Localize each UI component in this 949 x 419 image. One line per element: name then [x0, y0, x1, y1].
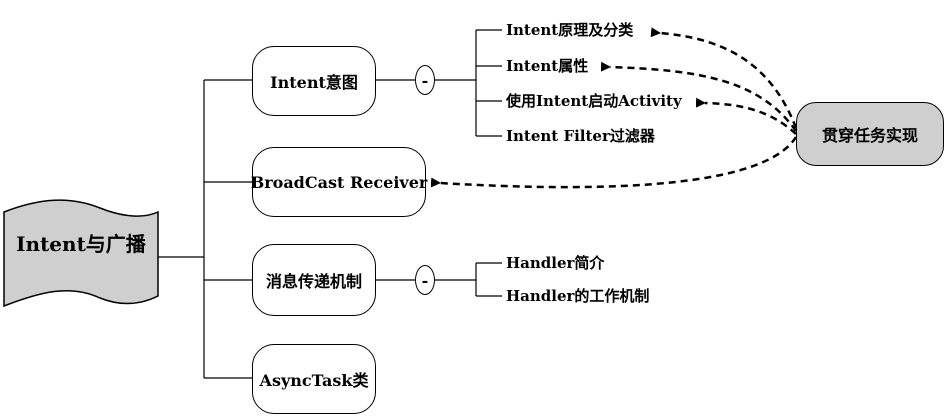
- arrow-to-start-activity: [695, 97, 797, 135]
- collapse-toggle-intent[interactable]: -: [415, 65, 435, 95]
- task-arrows: [430, 27, 798, 189]
- branch-intent-label: Intent意图: [270, 73, 358, 92]
- leaf-intent-filter: Intent Filter过滤器: [506, 127, 655, 145]
- mindmap-canvas: Intent与广播 Intent意图 BroadCast Receiver 消息…: [0, 0, 949, 419]
- branch-intent[interactable]: Intent意图: [252, 46, 376, 116]
- root-node-label: Intent与广播: [16, 232, 146, 256]
- branch-asynctask-label: AsyncTask类: [259, 371, 369, 390]
- branch-broadcast-label: BroadCast Receiver: [250, 172, 428, 192]
- arrow-to-intent-principle: [650, 27, 798, 129]
- branch-asynctask[interactable]: AsyncTask类: [252, 344, 376, 414]
- collapse-toggle-message[interactable]: -: [415, 265, 435, 295]
- intent-child-connectors: [376, 29, 502, 137]
- leaf-handler-intro: Handler简介: [506, 254, 605, 272]
- branch-message-label: 消息传递机制: [265, 272, 362, 291]
- task-node-label: 贯穿任务实现: [821, 126, 918, 145]
- message-child-connectors: [376, 262, 502, 297]
- root-connectors: [158, 79, 252, 379]
- leaf-start-activity: 使用Intent启动Activity: [506, 92, 682, 110]
- leaf-handler-mechanism: Handler的工作机制: [506, 287, 650, 305]
- branch-message-passing[interactable]: 消息传递机制: [252, 244, 376, 316]
- leaf-intent-attributes: Intent属性: [506, 57, 589, 75]
- leaf-intent-principle: Intent原理及分类: [506, 21, 634, 39]
- task-implementation-node[interactable]: 贯穿任务实现: [796, 102, 944, 166]
- branch-broadcast-receiver[interactable]: BroadCast Receiver: [250, 147, 428, 217]
